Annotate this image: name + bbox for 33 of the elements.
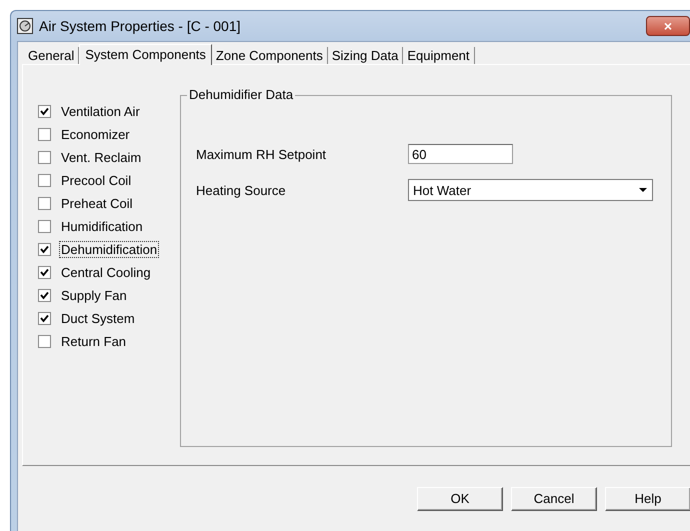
checkbox[interactable] <box>38 197 51 210</box>
checkbox-label[interactable]: Supply Fan <box>59 287 129 304</box>
checkbox[interactable] <box>38 151 51 164</box>
input-field[interactable]: 60 <box>408 144 513 164</box>
checkbox-label[interactable]: Ventilation Air <box>59 103 142 120</box>
checkbox[interactable] <box>38 174 51 187</box>
checkbox[interactable] <box>38 128 51 141</box>
checkbox[interactable] <box>38 289 51 302</box>
checkbox-label[interactable]: Duct System <box>59 310 137 327</box>
checkbox[interactable] <box>38 220 51 233</box>
window-title: Air System Properties - [C - 001] <box>39 18 242 34</box>
field-label: Heating Source <box>196 182 287 198</box>
checkbox[interactable] <box>38 105 51 118</box>
dropdown[interactable]: Hot Water <box>408 179 653 201</box>
field-label: Maximum RH Setpoint <box>196 146 328 162</box>
dialog-button[interactable]: Cancel <box>511 486 597 510</box>
checkbox-label[interactable]: Humidification <box>59 218 145 235</box>
dialog-button[interactable]: Help <box>605 486 690 510</box>
checkbox-label[interactable]: Dehumidification <box>59 241 160 258</box>
checkbox-label[interactable]: Vent. Reclaim <box>59 149 144 166</box>
dialog-button[interactable]: OK <box>417 486 503 510</box>
checkbox[interactable] <box>38 312 51 325</box>
checkbox[interactable] <box>38 243 51 256</box>
group-title: Dehumidifier Data <box>187 87 296 102</box>
checkbox-label[interactable]: Central Cooling <box>59 264 153 281</box>
checkbox-label[interactable]: Economizer <box>59 126 132 143</box>
app-icon <box>17 18 33 34</box>
checkbox-label[interactable]: Precool Coil <box>59 172 134 189</box>
checkbox-label[interactable]: Return Fan <box>59 333 128 350</box>
tab[interactable]: System Components <box>79 44 212 65</box>
checkbox[interactable] <box>38 266 51 279</box>
checkbox-label[interactable]: Preheat Coil <box>59 195 135 212</box>
checkbox[interactable] <box>38 335 51 348</box>
